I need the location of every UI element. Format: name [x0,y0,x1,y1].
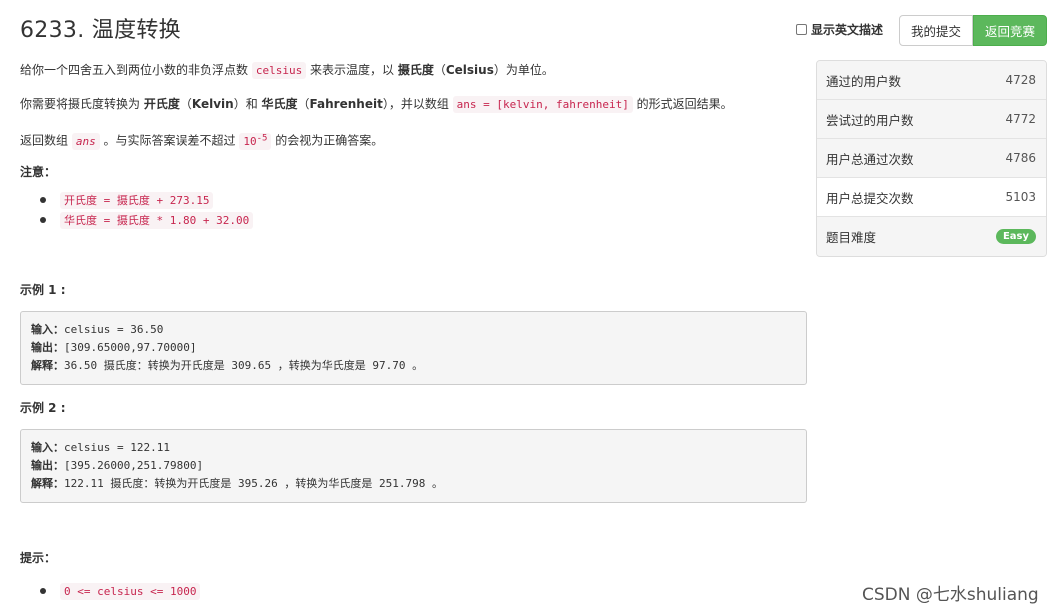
example-1-explain: 解释：36.50 摄氏度：转换为开氏度是 309.65 ，转换为华氏度是 97.… [31,359,424,372]
desc-paragraph-2: 你需要将摄氏度转换为 开氏度（Kelvin）和 华氏度（Fahrenheit），… [20,96,733,113]
problem-title: 6233. 温度转换 [20,18,181,43]
stats-panel: 通过的用户数 4728 尝试过的用户数 4772 用户总通过次数 4786 用户… [816,60,1047,257]
stat-row-attempted-users: 尝试过的用户数 4772 [817,100,1046,139]
example-2-label: 示例 2 : [20,401,66,415]
example-2-block: 输入：celsius = 122.11 输出：[395.26000,251.79… [20,429,807,503]
desc-paragraph-1: 给你一个四舍五入到两位小数的非负浮点数 celsius 来表示温度，以 摄氏度（… [20,62,554,79]
stat-label: 尝试过的用户数 [826,112,914,128]
my-submissions-button[interactable]: 我的提交 [899,15,974,46]
action-button-group: 我的提交 返回竞赛 [899,15,1048,46]
stat-value: 4786 [1005,151,1036,165]
stat-label: 用户总提交次数 [826,190,914,206]
code-tolerance: 10-5 [239,132,272,150]
hint-label: 提示： [20,551,57,565]
desc-paragraph-3: 返回数组 ans 。与实际答案误差不超过 10-5 的会视为正确答案。 [20,132,384,150]
hint-list: 0 <= celsius <= 1000 [40,581,201,602]
example-2-input: 输入：celsius = 122.11 [31,441,170,454]
stat-label: 题目难度 [826,230,877,245]
note-label: 注意： [20,164,57,179]
problem-description: 给你一个四舍五入到两位小数的非负浮点数 celsius 来表示温度，以 摄氏度（… [20,60,820,230]
stat-row-total-submissions: 用户总提交次数 5103 [817,178,1046,217]
code-ans-array: ans = [kelvin, fahrenheit] [452,96,633,113]
hint-item: 0 <= celsius <= 1000 [40,581,201,602]
example-1-input: 输入：celsius = 36.50 [31,323,164,336]
stat-value: 4772 [1005,112,1036,126]
stat-row-accepted-users: 通过的用户数 4728 [817,61,1046,100]
example-1-block: 输入：celsius = 36.50 输出：[309.65000,97.7000… [20,311,807,385]
stat-value: 4728 [1005,73,1036,87]
example-1-label: 示例 1 : [20,283,66,297]
back-to-contest-button[interactable]: 返回竞赛 [973,15,1048,46]
example-2-explain: 解释：122.11 摄氏度：转换为开氏度是 395.26 ，转换为华氏度是 25… [31,477,443,490]
stat-row-difficulty: 题目难度 Easy [817,217,1046,256]
note-list: 开氏度 = 摄氏度 + 273.15 华氏度 = 摄氏度 * 1.80 + 32… [40,190,820,230]
example-1-output: 输出：[309.65000,97.70000] [31,341,197,354]
show-english-label: 显示英文描述 [811,23,884,37]
csdn-watermark: CSDN @七水shuliang [862,585,1039,605]
code-celsius: celsius [251,62,307,79]
note-item: 开氏度 = 摄氏度 + 273.15 [40,190,820,210]
stat-label: 用户总通过次数 [826,151,914,167]
stat-value: 5103 [1005,190,1036,204]
show-english-checkbox[interactable] [796,24,807,35]
code-ans: ans [71,132,100,150]
stat-label: 通过的用户数 [826,73,902,89]
difficulty-badge: Easy [995,229,1036,244]
note-item: 华氏度 = 摄氏度 * 1.80 + 32.00 [40,210,820,230]
stat-row-total-accepted: 用户总通过次数 4786 [817,139,1046,178]
show-english-toggle[interactable]: 显示英文描述 [796,21,883,38]
example-2-output: 输出：[395.26000,251.79800] [31,459,204,472]
